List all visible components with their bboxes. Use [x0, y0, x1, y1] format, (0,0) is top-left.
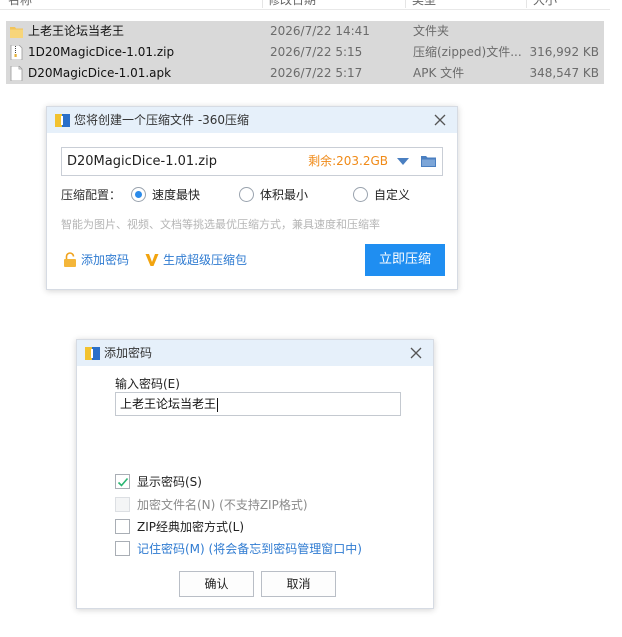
file-date: 2026/7/22 5:17	[270, 66, 363, 80]
file-date: 2026/7/22 14:41	[270, 24, 370, 38]
file-size: 348,547 KB	[529, 66, 599, 80]
checkbox-box[interactable]	[115, 541, 130, 556]
file-row-folder[interactable]: 上老王论坛当老王 2026/7/22 14:41 文件夹	[6, 21, 604, 42]
column-header-name[interactable]: 名称	[8, 0, 32, 10]
dialog-title: 您将创建一个压缩文件 -360压缩	[74, 113, 250, 127]
file-name: 上老王论坛当老王	[28, 24, 125, 38]
file-type: APK 文件	[413, 66, 465, 80]
compress-dialog: 您将创建一个压缩文件 -360压缩 D20MagicDice-1.01.zip …	[46, 106, 458, 290]
column-header-date[interactable]: 修改日期	[268, 0, 316, 10]
radio-button-selected[interactable]	[131, 187, 146, 202]
file-size: 316,992 KB	[529, 45, 599, 59]
dialog-title: 添加密码	[104, 346, 153, 360]
file-date: 2026/7/22 5:15	[270, 45, 363, 59]
checkbox-box[interactable]	[115, 474, 130, 489]
column-divider[interactable]	[405, 0, 406, 8]
add-password-dialog: 添加密码 输入密码(E) 上老王论坛当老王 显示密码(S) 加密文件名(N) (…	[76, 339, 434, 609]
file-icon	[10, 66, 23, 81]
radio-button[interactable]	[239, 187, 254, 202]
checkmark-icon	[117, 477, 129, 487]
checkbox-box-disabled	[115, 497, 130, 512]
checkbox-label: 记住密码(M) (将会备忘到密码管理窗口中)	[137, 542, 362, 556]
add-password-link[interactable]: 添加密码	[63, 251, 133, 269]
folder-icon	[10, 27, 23, 38]
checkbox-label: ZIP经典加密方式(L)	[137, 520, 245, 534]
dialog-title-bar[interactable]: 添加密码	[77, 340, 433, 366]
ok-button[interactable]: 确认	[179, 571, 254, 597]
file-row-zip[interactable]: 1D20MagicDice-1.01.zip 2026/7/22 5:15 压缩…	[6, 42, 604, 63]
column-divider[interactable]	[262, 0, 263, 8]
file-name: 1D20MagicDice-1.01.zip	[28, 45, 175, 59]
radio-label: 自定义	[374, 188, 411, 202]
output-filename[interactable]: D20MagicDice-1.01.zip	[67, 148, 217, 175]
password-value: 上老王论坛当老王	[120, 397, 217, 411]
radio-smallest[interactable]: 体积最小	[239, 187, 319, 203]
file-explorer: 名称 修改日期 类型 大小 上老王论坛当老王 2026/7/22 14:41 文…	[0, 0, 622, 88]
show-password-checkbox[interactable]: 显示密码(S)	[115, 474, 235, 490]
file-name: D20MagicDice-1.01.apk	[28, 66, 172, 80]
zip-file-icon	[10, 45, 23, 60]
checkbox-label: 显示密码(S)	[137, 475, 202, 489]
output-path-field[interactable]: D20MagicDice-1.01.zip 剩余:203.2GB	[61, 147, 443, 176]
column-divider[interactable]	[526, 0, 527, 8]
password-input[interactable]: 上老王论坛当老王	[115, 392, 401, 416]
checkbox-box[interactable]	[115, 519, 130, 534]
column-header-bar: 名称 修改日期 类型 大小	[0, 0, 610, 10]
close-icon[interactable]	[431, 111, 449, 129]
360-zip-logo-icon	[85, 347, 100, 360]
close-icon[interactable]	[407, 344, 425, 362]
column-header-type[interactable]: 类型	[412, 0, 436, 10]
add-password-label: 添加密码	[81, 253, 130, 267]
dialog-title-bar[interactable]: 您将创建一个压缩文件 -360压缩	[47, 107, 457, 133]
vip-v-icon	[145, 254, 159, 266]
file-type: 压缩(zipped)文件...	[413, 45, 522, 59]
password-input-label: 输入密码(E)	[115, 377, 180, 391]
super-compress-link[interactable]: 生成超级压缩包	[145, 251, 249, 269]
compress-config-label: 压缩配置：	[61, 188, 122, 202]
lock-icon	[64, 252, 76, 267]
file-type: 文件夹	[413, 24, 450, 38]
360-zip-logo-icon	[55, 114, 70, 127]
encrypt-filename-checkbox: 加密文件名(N) (不支持ZIP格式)	[115, 497, 335, 513]
checkbox-label: 加密文件名(N) (不支持ZIP格式)	[137, 498, 308, 512]
folder-browse-icon[interactable]	[421, 155, 436, 168]
super-compress-label: 生成超级压缩包	[163, 253, 248, 267]
radio-label: 速度最快	[152, 188, 201, 202]
radio-button[interactable]	[353, 187, 368, 202]
compress-hint: 智能为图片、视频、文档等挑选最优压缩方式，兼具速度和压缩率	[61, 218, 380, 231]
zip-classic-encryption-checkbox[interactable]: ZIP经典加密方式(L)	[115, 519, 275, 535]
compress-now-button[interactable]: 立即压缩	[365, 244, 445, 276]
disk-remaining: 剩余:203.2GB	[308, 154, 388, 168]
text-caret	[217, 397, 219, 412]
cancel-button[interactable]: 取消	[261, 571, 336, 597]
file-row-apk[interactable]: D20MagicDice-1.01.apk 2026/7/22 5:17 APK…	[6, 63, 604, 84]
column-header-size[interactable]: 大小	[533, 0, 557, 10]
remember-password-checkbox[interactable]: 记住密码(M) (将会备忘到密码管理窗口中)	[115, 541, 375, 557]
chevron-down-icon[interactable]	[397, 157, 409, 166]
radio-custom[interactable]: 自定义	[353, 187, 423, 203]
radio-fastest[interactable]: 速度最快	[131, 187, 211, 203]
radio-label: 体积最小	[260, 188, 309, 202]
